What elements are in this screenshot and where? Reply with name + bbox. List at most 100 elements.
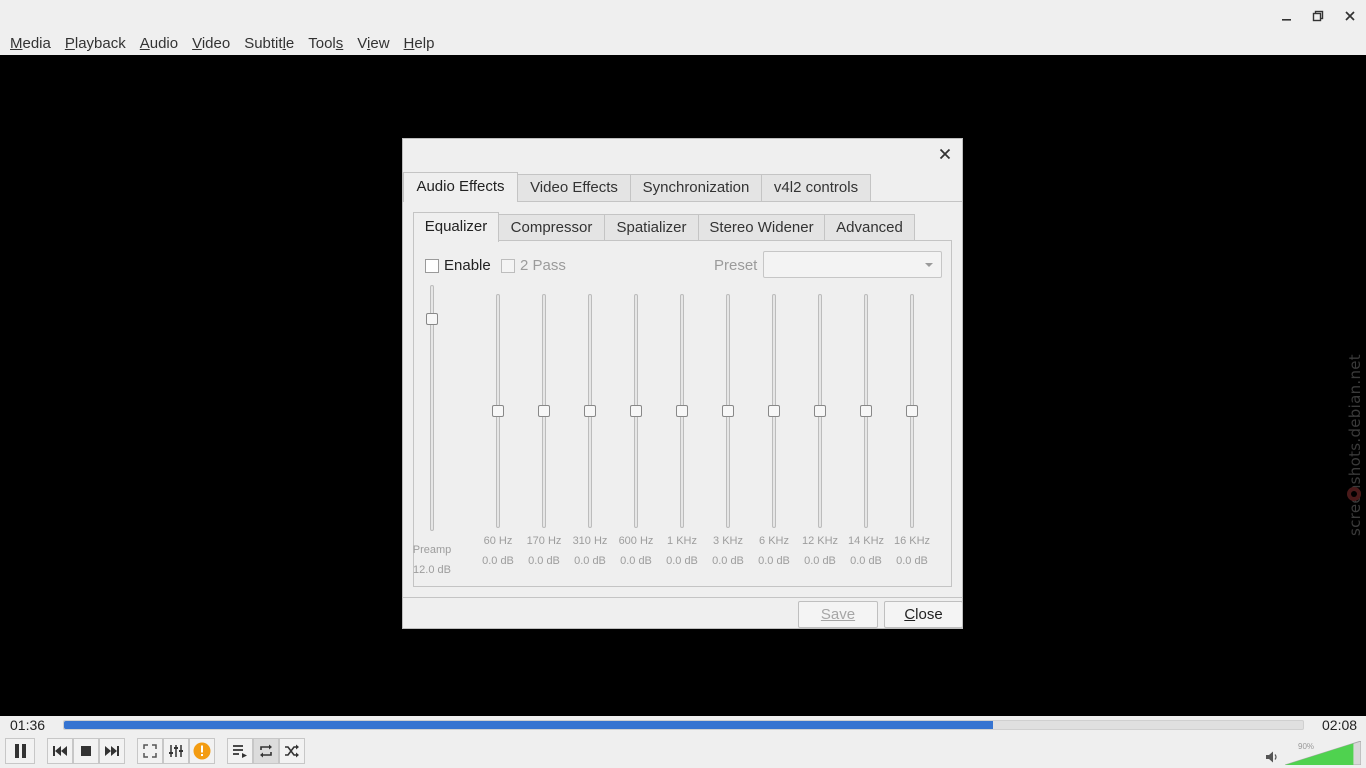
- main-tabs: Audio Effects Video Effects Synchronizat…: [403, 172, 962, 202]
- tab-advanced[interactable]: Advanced: [824, 214, 915, 241]
- save-button[interactable]: Save: [798, 601, 878, 628]
- band-slider-14khz-handle[interactable]: [860, 405, 872, 417]
- menu-item-help[interactable]: Help: [397, 32, 442, 55]
- close-button[interactable]: Close: [884, 601, 963, 628]
- preset-dropdown[interactable]: [763, 251, 942, 278]
- menu-item-view[interactable]: View: [350, 32, 396, 55]
- loop-icon: [260, 744, 272, 758]
- close-label: lose: [915, 606, 943, 623]
- menu-item-subtitle[interactable]: Subtitle: [237, 32, 301, 55]
- band-slider-170hz-handle[interactable]: [538, 405, 550, 417]
- preamp-slider-handle[interactable]: [426, 313, 438, 326]
- band-slider-12khz-handle[interactable]: [814, 405, 826, 417]
- minimize-button[interactable]: [1276, 6, 1296, 26]
- playlist-icon: [233, 745, 247, 758]
- adjustments-dialog: Audio Effects Video Effects Synchronizat…: [402, 138, 963, 629]
- restore-icon: [1312, 10, 1324, 22]
- mute-button[interactable]: [1264, 749, 1280, 765]
- enable-checkbox[interactable]: Enable: [425, 257, 491, 274]
- seek-bar-fill: [64, 721, 994, 729]
- band-slider-6khz-handle[interactable]: [768, 405, 780, 417]
- close-icon: [939, 148, 951, 160]
- band-slider-600hz-handle[interactable]: [630, 405, 642, 417]
- watermark: screenshots.debian.net: [1345, 325, 1365, 565]
- tab-spatializer[interactable]: Spatializer: [604, 214, 699, 241]
- band-slider-3khz-handle[interactable]: [722, 405, 734, 417]
- extended-settings-button[interactable]: [163, 738, 189, 764]
- volume-slider[interactable]: [1285, 741, 1361, 765]
- menu-item-text: ideo: [201, 35, 231, 52]
- tab-audio-effects[interactable]: Audio Effects: [403, 172, 518, 202]
- band-slider-310hz-handle[interactable]: [584, 405, 596, 417]
- audio-subtabs: Equalizer Compressor Spatializer Stereo …: [413, 212, 953, 242]
- pause-button[interactable]: [5, 738, 35, 764]
- equalizer-pane: Enable 2 Pass Preset Preamp 12.0 dB 60 Hz 0…: [413, 240, 952, 587]
- menu-item-audio[interactable]: Audio: [133, 32, 185, 55]
- menu-item-text: layback: [74, 35, 126, 52]
- tab-stereo-widener[interactable]: Stereo Widener: [698, 214, 825, 241]
- fullscreen-button[interactable]: [137, 738, 163, 764]
- maximize-button[interactable]: [1308, 6, 1328, 26]
- menu-item-tools[interactable]: Tools: [301, 32, 350, 55]
- info-icon: [193, 742, 211, 760]
- tab-video-effects[interactable]: Video Effects: [517, 174, 631, 201]
- menu-item-text: s: [335, 35, 344, 52]
- stop-button[interactable]: [73, 738, 99, 764]
- menu-item-playback[interactable]: Playback: [58, 32, 133, 55]
- tab-v4l2-controls[interactable]: v4l2 controls: [761, 174, 871, 201]
- previous-icon: [53, 746, 67, 756]
- menu-item-text: edia: [22, 35, 51, 52]
- menu-item-text: A: [139, 35, 150, 52]
- tab-equalizer[interactable]: Equalizer: [413, 212, 499, 242]
- total-time: 02:08: [1322, 717, 1358, 733]
- menu-item-text: H: [403, 35, 415, 52]
- previous-button[interactable]: [47, 738, 73, 764]
- band-slider-16khz-label: 16 KHz: [893, 535, 931, 547]
- seek-bar[interactable]: [63, 720, 1304, 730]
- playlist-button[interactable]: [227, 738, 253, 764]
- band-slider-1khz-handle[interactable]: [676, 405, 688, 417]
- shuffle-icon: [285, 744, 299, 758]
- two-pass-label: 2 Pass: [520, 257, 566, 274]
- enable-checkbox-box[interactable]: [425, 258, 439, 273]
- dialog-close-button[interactable]: [936, 145, 954, 163]
- minimize-icon: [1282, 19, 1291, 21]
- elapsed-time: 01:36: [10, 717, 46, 733]
- menu-item-text: P: [64, 35, 75, 52]
- menu-item-text: e: [285, 35, 295, 52]
- loop-button[interactable]: [253, 738, 279, 764]
- title-bar: [0, 0, 1366, 32]
- window-close-button[interactable]: [1340, 6, 1360, 26]
- close-mnemonic: C: [904, 606, 916, 623]
- tab-compressor[interactable]: Compressor: [498, 214, 605, 241]
- preamp-slider-label: Preamp: [412, 544, 452, 556]
- next-icon: [105, 746, 119, 756]
- chevron-down-icon: [925, 263, 933, 267]
- tab-synchronization[interactable]: Synchronization: [630, 174, 762, 201]
- band-slider-60hz-handle[interactable]: [492, 405, 504, 417]
- menu-item-text: udio: [149, 35, 179, 52]
- menu-item-text: ew: [370, 35, 390, 52]
- stop-icon: [81, 746, 91, 756]
- menu-item-video[interactable]: Video: [185, 32, 237, 55]
- shuffle-button[interactable]: [279, 738, 305, 764]
- player-controls: 01:36 02:08 90%: [0, 716, 1366, 768]
- two-pass-checkbox[interactable]: 2 Pass: [501, 257, 566, 274]
- menu-item-text: elp: [414, 35, 435, 52]
- menu-item-text: V: [357, 35, 368, 52]
- watermark-text: screenshots.debian.net: [1346, 354, 1364, 536]
- menu-item-text: Subtit: [244, 35, 283, 52]
- preamp-slider-value: 12.0 dB: [413, 564, 451, 576]
- media-info-button[interactable]: [189, 738, 215, 764]
- speaker-icon: [1266, 751, 1277, 763]
- menu-item-media[interactable]: Media: [3, 32, 58, 55]
- menu-item-text: V: [192, 35, 202, 52]
- two-pass-checkbox-box[interactable]: [501, 258, 515, 273]
- camera-icon: [1347, 487, 1361, 501]
- fullscreen-icon: [143, 744, 157, 758]
- band-slider-16khz-value: 0.0 dB: [896, 555, 928, 567]
- next-button[interactable]: [99, 738, 125, 764]
- close-icon: [1345, 11, 1355, 21]
- menu-item-text: Tool: [308, 35, 336, 52]
- band-slider-16khz-handle[interactable]: [906, 405, 918, 417]
